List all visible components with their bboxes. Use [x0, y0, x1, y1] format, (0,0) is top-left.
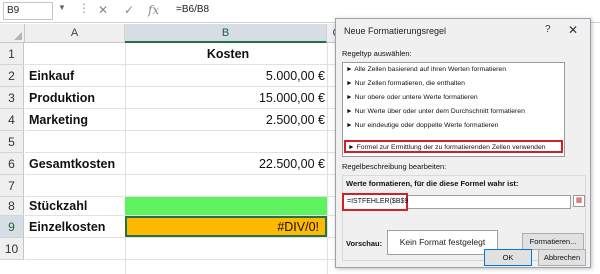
- cell-a2[interactable]: Einkauf: [29, 65, 74, 86]
- row-header[interactable]: 3: [0, 87, 24, 109]
- cell-b3[interactable]: 15.000,00 €: [129, 87, 325, 108]
- formula-input[interactable]: =B6/B8: [176, 4, 209, 15]
- formula-condition-label: Werte formatieren, für die diese Formel …: [346, 179, 519, 188]
- column-header-a[interactable]: A: [25, 24, 125, 43]
- table-row: Gesamtkosten 22.500,00 €: [25, 153, 335, 175]
- table-row: [25, 175, 335, 197]
- cancel-button[interactable]: Abbrechen: [538, 249, 586, 266]
- rule-description-label: Regelbeschreibung bearbeiten:: [342, 162, 447, 171]
- table-row: Kosten: [25, 43, 335, 65]
- row-header[interactable]: 6: [0, 153, 24, 175]
- row-header[interactable]: 7: [0, 175, 24, 197]
- condition-formula-input[interactable]: =ISTFEHLER($B$9): [342, 193, 411, 211]
- select-all-triangle-icon: [14, 32, 22, 40]
- cell-a9[interactable]: Einzelkosten: [29, 216, 105, 237]
- cell-b8[interactable]: [125, 197, 327, 215]
- formula-bar-grip-icon: ⋮: [78, 1, 91, 15]
- cell-b1[interactable]: Kosten: [129, 43, 327, 64]
- cancel-entry-icon[interactable]: ✕: [98, 3, 108, 17]
- select-all-corner[interactable]: [0, 24, 25, 43]
- table-row: Produktion 15.000,00 €: [25, 87, 335, 109]
- cell-a8[interactable]: Stückzahl: [29, 197, 87, 215]
- condition-formula-field[interactable]: [408, 195, 571, 209]
- collapse-dialog-icon[interactable]: ▦: [573, 195, 585, 207]
- name-box[interactable]: B9: [3, 2, 53, 20]
- rule-type-label: Regeltyp auswählen:: [342, 49, 412, 58]
- confirm-entry-icon[interactable]: ✓: [124, 3, 134, 17]
- name-box-dropdown-icon[interactable]: ▼: [58, 3, 66, 12]
- table-row: [25, 238, 335, 260]
- row-header[interactable]: 5: [0, 131, 24, 153]
- rule-type-item[interactable]: ► Nur obere oder untere Werte formatiere…: [346, 94, 478, 101]
- rule-type-item-selected[interactable]: ► Formel zur Ermittlung der zu formatier…: [344, 140, 563, 153]
- close-icon[interactable]: ✕: [568, 23, 578, 37]
- format-preview: Kein Format festgelegt: [387, 230, 498, 255]
- help-icon[interactable]: ?: [545, 24, 551, 35]
- cell-b6[interactable]: 22.500,00 €: [129, 153, 325, 174]
- table-row: Einkauf 5.000,00 €: [25, 65, 335, 87]
- cell-b4[interactable]: 2.500,00 €: [129, 109, 325, 130]
- format-button[interactable]: Formatieren...: [522, 233, 584, 250]
- cell-a3[interactable]: Produktion: [29, 87, 95, 108]
- table-row: Einzelkosten #DIV/0!: [25, 216, 335, 238]
- insert-function-icon[interactable]: fx: [148, 3, 159, 17]
- cell-b2[interactable]: 5.000,00 €: [129, 65, 325, 86]
- preview-label: Vorschau:: [346, 239, 383, 248]
- table-row: Marketing 2.500,00 €: [25, 109, 335, 131]
- cell-a4[interactable]: Marketing: [29, 109, 88, 130]
- cell-b9[interactable]: #DIV/0!: [125, 216, 327, 237]
- row-header[interactable]: 9: [0, 216, 24, 238]
- rule-type-item[interactable]: ► Alle Zellen basierend auf ihren Werten…: [346, 66, 506, 73]
- rule-type-item[interactable]: ► Nur Zellen formatieren, die enthalten: [346, 80, 465, 87]
- rule-type-item[interactable]: ► Nur eindeutige oder doppelte Werte for…: [346, 122, 498, 129]
- new-formatting-rule-dialog: Neue Formatierungsregel ? ✕ Regeltyp aus…: [335, 18, 591, 268]
- row-header[interactable]: 8: [0, 197, 24, 216]
- table-row: Stückzahl: [25, 197, 335, 216]
- rule-type-item[interactable]: ► Nur Werte über oder unter dem Durchsch…: [346, 108, 525, 115]
- row-header[interactable]: 2: [0, 65, 24, 87]
- row-header[interactable]: 1: [0, 43, 24, 65]
- dialog-title: Neue Formatierungsregel: [344, 26, 447, 36]
- table-row: [25, 131, 335, 153]
- ok-button[interactable]: OK: [484, 249, 532, 266]
- rule-type-list[interactable]: ► Alle Zellen basierend auf ihren Werten…: [342, 62, 565, 157]
- cell-a6[interactable]: Gesamtkosten: [29, 153, 115, 174]
- column-header-b[interactable]: B: [125, 24, 327, 43]
- row-header[interactable]: 10: [0, 238, 24, 260]
- row-header[interactable]: 4: [0, 109, 24, 131]
